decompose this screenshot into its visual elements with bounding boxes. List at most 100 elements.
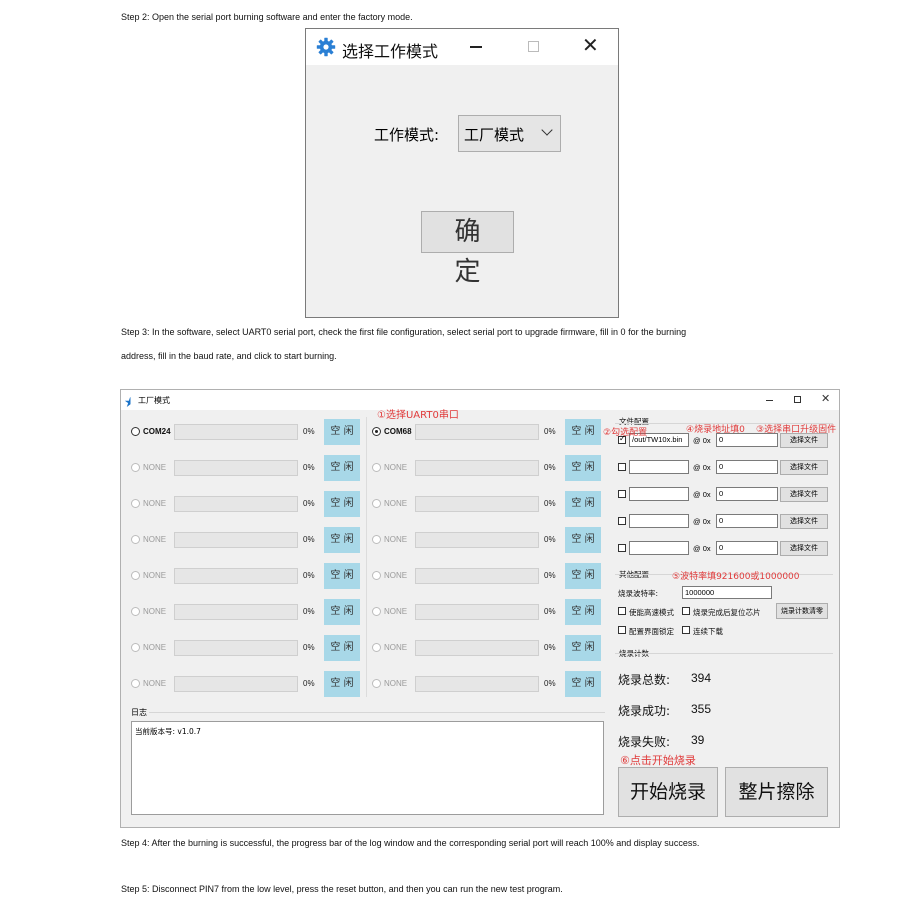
port-progress-bar [174, 604, 298, 620]
port-status-button[interactable]: 空 闲 [324, 635, 360, 661]
baud-rate-input[interactable]: 1000000 [682, 586, 772, 599]
port-progress-bar [415, 532, 539, 548]
confirm-button[interactable]: 确 定 [421, 211, 514, 287]
work-mode-label: 工作模式: [374, 126, 440, 144]
select-file-button[interactable]: 选择文件 [780, 514, 828, 529]
port-status-button[interactable]: 空 闲 [565, 599, 601, 625]
port-radio[interactable] [372, 679, 381, 688]
port-radio[interactable] [131, 679, 140, 688]
port-progress-percent: 0% [544, 463, 556, 472]
port-progress-percent: 0% [544, 643, 556, 652]
reset-after-burn-checkbox[interactable] [682, 607, 690, 615]
port-progress-percent: 0% [303, 571, 315, 580]
burn-address-input[interactable]: 0 [716, 433, 778, 447]
file-path-input[interactable] [629, 487, 689, 501]
port-status-button[interactable]: 空 闲 [565, 527, 601, 553]
port-progress-bar [415, 568, 539, 584]
port-name: NONE [143, 571, 167, 580]
burn-address-input[interactable]: 0 [716, 541, 778, 555]
port-radio[interactable] [131, 607, 140, 616]
close-button[interactable]: ✕ [582, 35, 599, 55]
file-path-input[interactable] [629, 460, 689, 474]
file-enable-checkbox[interactable] [618, 490, 626, 498]
port-progress-bar [174, 496, 298, 512]
dialog-title-bar: 选择工作模式 ✕ [306, 29, 618, 65]
port-divider [366, 417, 367, 697]
file-enable-checkbox[interactable] [618, 517, 626, 525]
port-status-button[interactable]: 空 闲 [324, 563, 360, 589]
port-name: NONE [384, 643, 408, 652]
file-path-input[interactable] [629, 514, 689, 528]
port-status-button[interactable]: 空 闲 [324, 419, 360, 445]
port-name: NONE [143, 607, 167, 616]
work-mode-select[interactable]: 工厂模式 [458, 115, 561, 152]
burn-address-input[interactable]: 0 [716, 514, 778, 528]
burn-address-input[interactable]: 0 [716, 487, 778, 501]
port-status-button[interactable]: 空 闲 [324, 455, 360, 481]
port-radio[interactable] [372, 571, 381, 580]
select-file-button[interactable]: 选择文件 [780, 433, 828, 448]
success-count-value: 355 [691, 702, 712, 716]
close-button[interactable]: ✕ [821, 392, 830, 405]
burn-address-input[interactable]: 0 [716, 460, 778, 474]
port-status-button[interactable]: 空 闲 [565, 635, 601, 661]
port-status-button[interactable]: 空 闲 [565, 491, 601, 517]
address-prefix-label: @ 0x [693, 544, 711, 553]
full-erase-button[interactable]: 整片擦除 [725, 767, 828, 817]
port-status-button[interactable]: 空 闲 [565, 455, 601, 481]
port-progress-percent: 0% [303, 463, 315, 472]
port-radio[interactable] [131, 571, 140, 580]
chevron-down-icon [541, 124, 553, 136]
port-status-button[interactable]: 空 闲 [324, 599, 360, 625]
select-file-button[interactable]: 选择文件 [780, 541, 828, 556]
port-radio[interactable] [131, 427, 140, 436]
port-status-button[interactable]: 空 闲 [324, 671, 360, 697]
continuous-download-label: 连续下载 [693, 627, 723, 636]
fail-count-label: 烧录失败: [618, 735, 671, 749]
port-status-button[interactable]: 空 闲 [324, 491, 360, 517]
port-radio[interactable] [372, 643, 381, 652]
port-status-button[interactable]: 空 闲 [324, 527, 360, 553]
file-enable-checkbox[interactable] [618, 544, 626, 552]
maximize-button[interactable] [528, 41, 539, 52]
port-status-button[interactable]: 空 闲 [565, 671, 601, 697]
port-status-button[interactable]: 空 闲 [565, 419, 601, 445]
port-radio[interactable] [372, 607, 381, 616]
lock-config-checkbox[interactable] [618, 626, 626, 634]
start-burn-button[interactable]: 开始烧录 [618, 767, 718, 817]
port-row: NONE 0% 空 闲 [367, 487, 607, 521]
total-count-label: 烧录总数: [618, 673, 671, 687]
port-row: NONE 0% 空 闲 [126, 667, 366, 701]
port-name: NONE [384, 499, 408, 508]
port-status-button[interactable]: 空 闲 [565, 563, 601, 589]
port-radio[interactable] [372, 499, 381, 508]
gear-icon [316, 37, 336, 57]
port-radio[interactable] [372, 427, 381, 436]
port-radio[interactable] [372, 535, 381, 544]
port-radio[interactable] [131, 643, 140, 652]
minimize-button[interactable] [470, 46, 482, 48]
step5-text: Step 5: Disconnect PIN7 from the low lev… [121, 884, 563, 894]
select-file-button[interactable]: 选择文件 [780, 460, 828, 475]
minimize-button[interactable] [766, 400, 773, 401]
maximize-button[interactable] [794, 396, 801, 403]
fail-count-value: 39 [691, 733, 705, 747]
port-progress-bar [174, 424, 298, 440]
port-radio[interactable] [372, 463, 381, 472]
file-path-input[interactable] [629, 541, 689, 555]
file-enable-checkbox[interactable] [618, 463, 626, 471]
port-row: NONE 0% 空 闲 [126, 631, 366, 665]
highspeed-checkbox[interactable] [618, 607, 626, 615]
log-textarea[interactable]: 当前版本号: v1.0.7 [131, 721, 604, 815]
continuous-download-checkbox[interactable] [682, 626, 690, 634]
port-row: NONE 0% 空 闲 [126, 487, 366, 521]
total-count-value: 394 [691, 671, 712, 685]
work-mode-dialog: 选择工作模式 ✕ 工作模式: 工厂模式 确 定 [305, 28, 619, 318]
port-radio[interactable] [131, 463, 140, 472]
port-name: NONE [143, 463, 167, 472]
address-prefix-label: @ 0x [693, 490, 711, 499]
port-radio[interactable] [131, 535, 140, 544]
clear-count-button[interactable]: 烧录计数清零 [776, 603, 828, 619]
port-radio[interactable] [131, 499, 140, 508]
select-file-button[interactable]: 选择文件 [780, 487, 828, 502]
